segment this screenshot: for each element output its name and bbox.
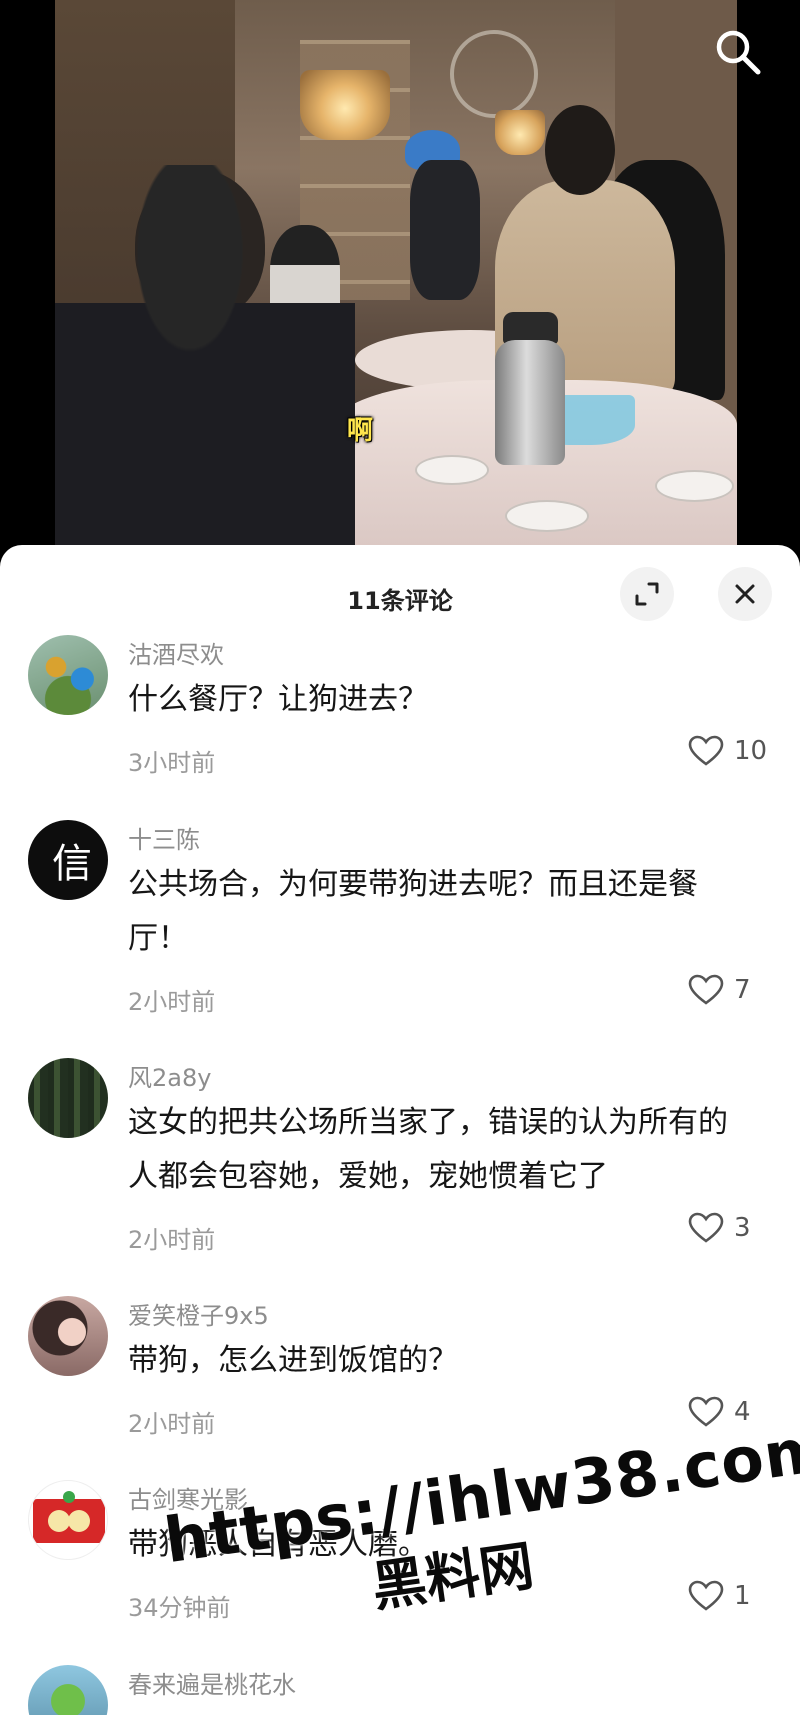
like-count: 10	[734, 736, 768, 766]
like-count: 1	[734, 1581, 751, 1611]
avatar[interactable]	[28, 635, 108, 715]
avatar[interactable]	[28, 1058, 108, 1138]
video-scene-bowl	[505, 500, 589, 532]
close-button[interactable]	[718, 567, 772, 621]
search-icon	[716, 30, 761, 75]
comment-time: 2小时前	[128, 1410, 216, 1438]
video-scene-kettle	[495, 340, 565, 465]
comment-username[interactable]: 十三陈	[128, 820, 200, 855]
video-scene-fan	[450, 30, 538, 118]
video-scene-person	[545, 105, 615, 195]
video-frame[interactable]	[55, 0, 737, 560]
heart-icon	[688, 1580, 724, 1611]
like-count: 7	[734, 975, 751, 1005]
heart-icon	[688, 1396, 724, 1427]
search-button[interactable]	[712, 26, 764, 78]
comment-text[interactable]: 这女的把共公场所当家了，错误的认为所有的人都会包容她，爱她，宠她惯着它了	[128, 1096, 748, 1204]
comment-text[interactable]: 公共场合，为何要带狗进去呢？而且还是餐厅！	[128, 858, 748, 966]
comment-text[interactable]: 什么餐厅？让狗进去？	[128, 673, 748, 727]
expand-icon	[635, 582, 659, 606]
video-scene-person	[410, 160, 480, 300]
comment-count-title: 11条评论	[347, 587, 453, 615]
close-icon	[735, 584, 755, 604]
comment-time: 2小时前	[128, 988, 216, 1016]
like-count: 3	[734, 1213, 751, 1243]
avatar[interactable]	[28, 1296, 108, 1376]
expand-button[interactable]	[620, 567, 674, 621]
heart-icon	[688, 974, 724, 1005]
avatar[interactable]: 信	[28, 820, 108, 900]
red-emblem-icon	[33, 1491, 105, 1543]
video-player[interactable]: 啊	[0, 0, 800, 560]
like-button[interactable]: 7	[688, 974, 751, 1006]
video-scene-lamp	[495, 110, 545, 155]
video-scene-bowl	[415, 455, 489, 485]
heart-icon	[688, 1212, 724, 1243]
like-button[interactable]: 10	[688, 735, 767, 767]
comment-username[interactable]: 风2a8y	[128, 1058, 211, 1093]
avatar[interactable]	[28, 1480, 108, 1560]
heart-icon	[688, 735, 724, 766]
avatar-calligraphy: 信	[52, 841, 92, 887]
video-subtitle: 啊	[347, 416, 374, 446]
comment-username[interactable]: 沽酒尽欢	[128, 635, 224, 670]
comment-time: 3小时前	[128, 749, 216, 777]
comment-username[interactable]: 春来遍是桃花水	[128, 1665, 296, 1700]
video-scene-bowl	[655, 470, 734, 502]
comment-username[interactable]: 爱笑橙子9x5	[128, 1296, 269, 1331]
video-scene-person	[55, 165, 355, 560]
avatar[interactable]	[28, 1665, 108, 1715]
like-button[interactable]: 3	[688, 1212, 751, 1244]
like-button[interactable]: 1	[688, 1580, 751, 1612]
video-scene-lamp	[300, 70, 390, 140]
comment-text[interactable]: 带狗，怎么进到饭馆的？	[128, 1334, 748, 1388]
comment-time: 2小时前	[128, 1226, 216, 1254]
